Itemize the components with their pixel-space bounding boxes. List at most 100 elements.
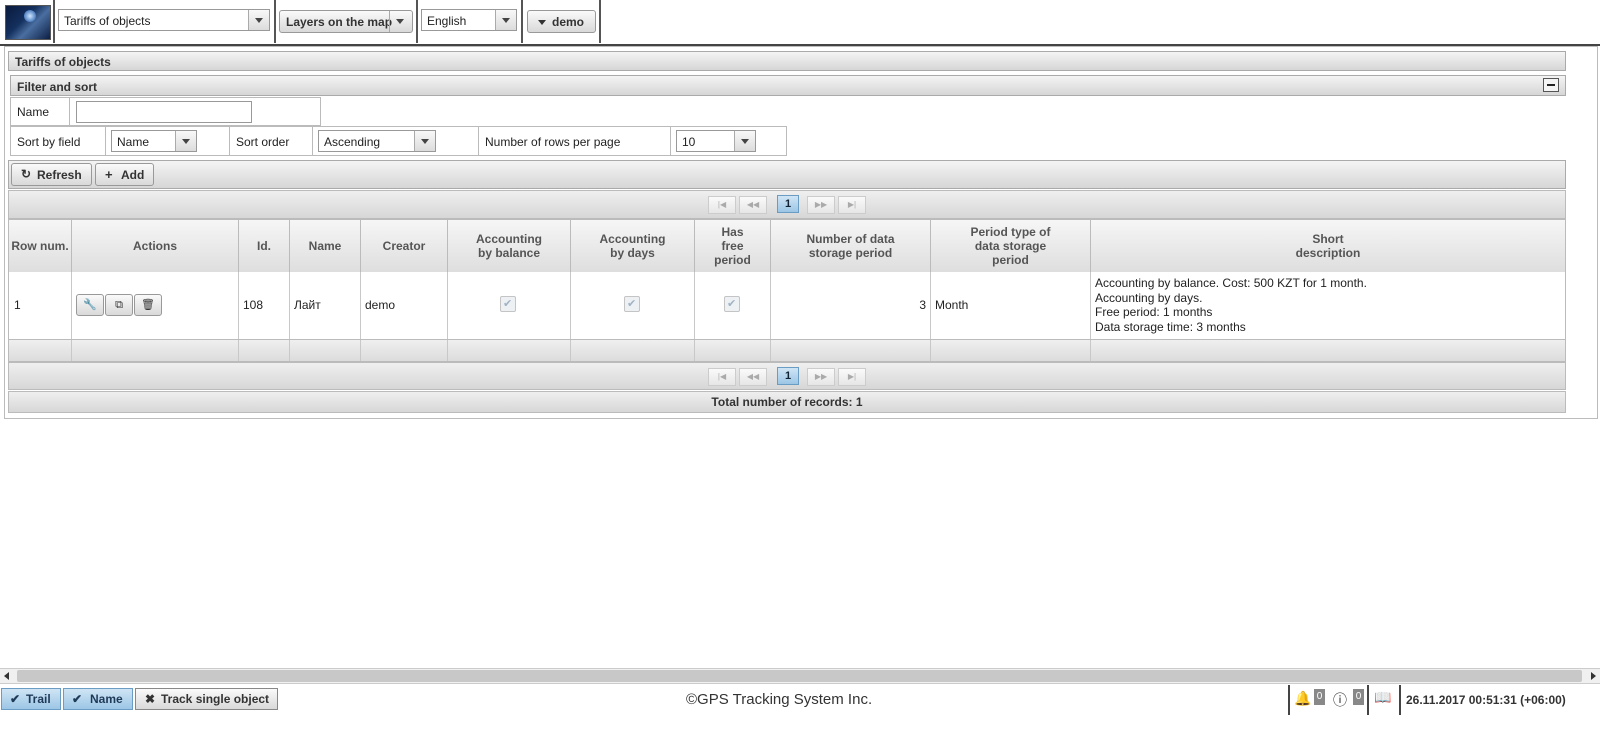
layers-button[interactable]: Layers on the map <box>279 10 413 33</box>
row-storage-type: Month <box>935 298 969 312</box>
accounting-days-checkbox <box>624 296 640 312</box>
total-records: Total number of records: 1 <box>8 391 1566 413</box>
rows-per-page-label: Number of rows per page <box>485 135 621 149</box>
refresh-button-label: Refresh <box>37 168 82 182</box>
trail-toggle[interactable]: ✔ Trail <box>1 688 61 710</box>
track-single-toggle[interactable]: ✖ Track single object <box>135 688 278 710</box>
sort-field-cell: Name <box>105 126 230 156</box>
top-toolbar: Tariffs of objects Layers on the map Eng… <box>0 0 1600 46</box>
first-page-icon[interactable]: |◀ <box>708 196 736 214</box>
add-button[interactable]: + Add <box>95 163 154 186</box>
row-id: 108 <box>243 298 264 312</box>
col-row-num[interactable]: Row num. <box>9 220 72 272</box>
check-icon: ✔ <box>72 692 83 706</box>
chevron-down-icon <box>389 11 412 32</box>
caret-down-icon <box>538 20 546 25</box>
bell-icon[interactable]: 🔔 <box>1294 690 1311 707</box>
user-menu-button[interactable]: demo <box>527 10 596 33</box>
delete-button[interactable]: 🗑 <box>134 294 162 316</box>
description-line: Data storage time: 3 months <box>1095 319 1246 334</box>
app-logo[interactable] <box>5 5 51 40</box>
name-toggle[interactable]: ✔ Name <box>63 688 133 710</box>
sort-field-select[interactable]: Name <box>111 130 197 152</box>
row-storage-number: 3 <box>919 298 926 312</box>
row-number: 1 <box>14 298 21 312</box>
plus-icon: + <box>105 167 113 182</box>
pager-bottom: |◀ ◀◀ 1 ▶▶ ▶| <box>8 362 1566 390</box>
book-icon[interactable]: 📖 <box>1374 689 1391 706</box>
refresh-button[interactable]: ↻ Refresh <box>11 163 92 186</box>
col-name[interactable]: Name <box>290 220 361 272</box>
rows-per-page-label-cell: Number of rows per page <box>478 126 671 156</box>
col-actions: Actions <box>72 220 239 272</box>
last-page-icon[interactable]: ▶| <box>838 368 866 386</box>
toolbar-divider <box>53 0 55 43</box>
name-filter-label-cell: Name <box>10 97 70 126</box>
prev-page-icon[interactable]: ◀◀ <box>739 368 767 386</box>
col-storage-number[interactable]: Number of data storage period <box>771 220 931 272</box>
action-bar <box>8 160 1566 189</box>
chevron-down-icon[interactable] <box>734 131 755 151</box>
col-short-description[interactable]: Short description <box>1091 220 1565 272</box>
pager-top: |◀ ◀◀ 1 ▶▶ ▶| <box>8 190 1566 219</box>
col-accounting-balance[interactable]: Accounting by balance <box>448 220 571 272</box>
sort-field-value: Name <box>117 135 150 149</box>
section-select[interactable]: Tariffs of objects <box>58 9 270 31</box>
col-creator[interactable]: Creator <box>361 220 448 272</box>
col-accounting-days[interactable]: Accounting by days <box>571 220 695 272</box>
next-page-icon[interactable]: ▶▶ <box>807 368 835 386</box>
scroll-right-icon[interactable] <box>1591 672 1596 680</box>
chevron-down-icon[interactable] <box>175 131 196 151</box>
page-title-bar: Tariffs of objects <box>8 51 1566 71</box>
toolbar-divider <box>599 0 601 43</box>
description-line: Accounting by balance. Cost: 500 KZT for… <box>1095 276 1367 290</box>
row-name: Лайт <box>294 298 321 312</box>
edit-button[interactable]: 🔧 <box>76 294 104 316</box>
page-number-current[interactable]: 1 <box>777 195 799 213</box>
chevron-down-icon[interactable] <box>248 10 269 30</box>
info-icon[interactable]: ⓘ <box>1333 690 1347 710</box>
row-creator: demo <box>365 298 396 312</box>
sort-order-cell: Ascending <box>312 126 479 156</box>
scrollbar-thumb[interactable] <box>17 670 1582 682</box>
row-short-description: Accounting by balance. Cost: 500 KZT for… <box>1095 276 1367 334</box>
sort-order-select[interactable]: Ascending <box>318 130 436 152</box>
next-page-icon[interactable]: ▶▶ <box>807 196 835 214</box>
rows-per-page-value: 10 <box>682 135 696 149</box>
table-row[interactable]: 1 🔧 ⧉ 🗑 108 Лайт demo 3 Month Accounting… <box>9 272 1565 340</box>
free-period-checkbox <box>724 296 740 312</box>
name-filter-input[interactable] <box>76 101 252 123</box>
col-free-period[interactable]: Has free period <box>695 220 771 272</box>
first-page-icon[interactable]: |◀ <box>708 368 736 386</box>
prev-page-icon[interactable]: ◀◀ <box>739 196 767 214</box>
horizontal-scrollbar[interactable] <box>0 668 1600 684</box>
chevron-down-icon[interactable] <box>495 10 516 30</box>
tariffs-table: Row num. Actions Id. Name Creator Accoun… <box>8 219 1566 362</box>
description-line: Free period: 1 months <box>1095 305 1213 319</box>
status-divider <box>1399 685 1401 715</box>
filter-panel-title: Filter and sort <box>17 80 98 94</box>
rows-per-page-select[interactable]: 10 <box>676 130 756 152</box>
toolbar-divider <box>521 0 523 43</box>
name-toggle-label: Name <box>90 692 123 706</box>
rows-per-page-cell: 10 <box>670 126 787 156</box>
trail-toggle-label: Trail <box>26 692 51 706</box>
copy-button[interactable]: ⧉ <box>105 294 133 316</box>
language-select[interactable]: English <box>421 9 517 31</box>
description-line: Accounting by days. <box>1095 290 1203 305</box>
trash-icon: 🗑 <box>141 299 155 311</box>
page-number-current[interactable]: 1 <box>777 367 799 385</box>
language-select-value: English <box>427 14 467 28</box>
col-storage-type[interactable]: Period type of data storage period <box>931 220 1091 272</box>
scroll-left-icon[interactable] <box>4 672 9 680</box>
status-divider <box>1367 685 1369 715</box>
chevron-down-icon[interactable] <box>414 131 435 151</box>
last-page-icon[interactable]: ▶| <box>838 196 866 214</box>
filter-panel-header: Filter and sort <box>10 75 1566 96</box>
table-header: Row num. Actions Id. Name Creator Accoun… <box>9 220 1565 273</box>
info-count: 0 <box>1353 689 1364 705</box>
notifications-count: 0 <box>1314 689 1325 705</box>
col-id[interactable]: Id. <box>239 220 290 272</box>
sort-field-label-cell: Sort by field <box>10 126 106 156</box>
collapse-icon[interactable] <box>1543 78 1559 92</box>
